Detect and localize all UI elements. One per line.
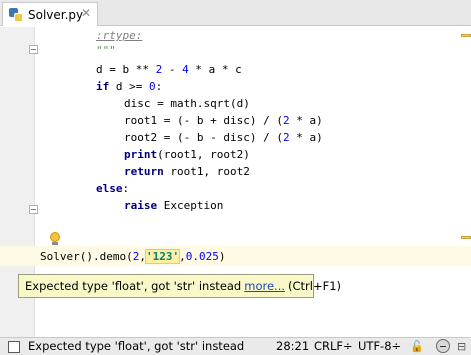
tab-label: Solver.py [28,7,84,22]
error-stripe-mark[interactable] [461,34,471,37]
tooltip-shortcut: (Ctrl+F1) [288,279,342,293]
code-line: d = b ** 2 - 4 * a * c [96,63,242,76]
error-tooltip: Expected type 'float', got 'str' instead… [18,274,341,298]
caret-position[interactable]: 28:21 [276,339,309,353]
inspector-face-icon[interactable] [436,339,450,353]
error-highlight[interactable]: '123' [144,249,181,264]
code-line: disc = math.sqrt(d) [124,97,250,110]
event-log-icon[interactable]: ⊟ [457,340,466,353]
editor-tab-bar: Solver.py ✕ [0,0,471,26]
status-bar: Expected type 'float', got 'str' instead… [0,337,471,355]
code-line: root1 = (- b + disc) / (2 * a) [124,114,323,127]
error-stripe-mark[interactable] [461,236,471,239]
python-file-icon [9,7,23,22]
tooltip-message: Expected type 'float', got 'str' instead [25,279,242,293]
code-line: """ [96,44,116,57]
code-line: raise Exception [124,199,224,212]
line-separator-selector[interactable]: CRLF÷ [314,339,353,353]
lock-icon[interactable]: 🔓 [410,340,424,353]
code-line: if d >= 0: [96,80,163,93]
code-line: else: [96,182,130,195]
lightbulb-icon[interactable] [49,232,61,246]
encoding-selector[interactable]: UTF-8÷ [358,339,401,353]
tab-solver-py[interactable]: Solver.py ✕ [2,2,98,26]
tooltip-more-link[interactable]: more... [244,279,285,293]
status-message: Expected type 'float', got 'str' instead [28,339,245,353]
code-line: print(root1, root2) [124,148,250,161]
tool-windows-icon[interactable] [8,341,20,353]
code-line-current: Solver().demo(2,'123',0.025) [40,249,226,264]
code-line: root2 = (- b - disc) / (2 * a) [124,131,323,144]
code-line: return root1, root2 [124,165,250,178]
close-icon[interactable]: ✕ [81,6,91,20]
